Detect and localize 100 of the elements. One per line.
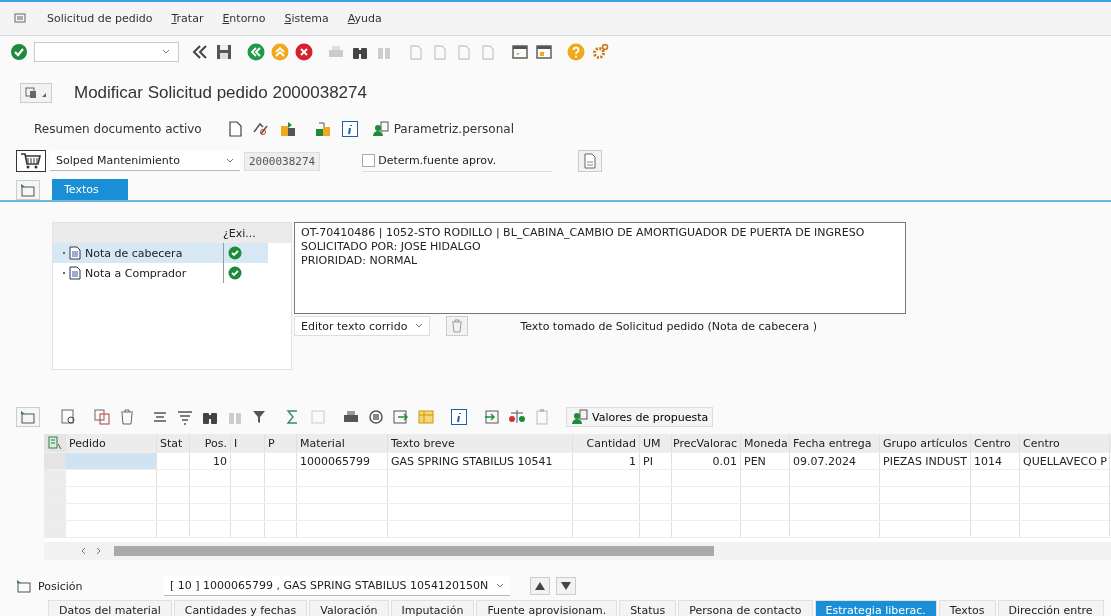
column-header: ¿Exi...: [222, 226, 256, 242]
screen-title: Modificar Solicitud pedido 2000038274: [74, 83, 367, 103]
layout-menu-button[interactable]: [20, 83, 52, 103]
column-header[interactable]: UM: [640, 434, 672, 452]
expand-icon[interactable]: [16, 579, 32, 593]
summary-button[interactable]: Resumen documento activo: [30, 120, 206, 138]
checkbox[interactable]: [362, 154, 376, 167]
document-icon[interactable]: [226, 120, 243, 138]
command-field[interactable]: [34, 42, 179, 62]
import-icon[interactable]: [483, 408, 501, 426]
enter-icon[interactable]: [10, 43, 28, 61]
new-window-icon[interactable]: [511, 43, 529, 61]
scroll-left-icon[interactable]: [80, 547, 88, 555]
clipboard-icon[interactable]: [533, 408, 551, 426]
table-cell: 09.07.2024: [790, 453, 880, 469]
column-header[interactable]: PrecValorac: [672, 434, 741, 452]
table-cell: 1: [573, 453, 640, 469]
column-header[interactable]: Stat: [157, 434, 190, 452]
menu-item[interactable]: Sistema: [284, 12, 329, 25]
cart-button[interactable]: [16, 150, 46, 172]
column-header[interactable]: Texto breve: [388, 434, 573, 452]
document-type-dropdown[interactable]: Solped Mantenimiento: [50, 151, 240, 171]
column-header[interactable]: Moneda: [741, 434, 790, 452]
scrollbar-thumb[interactable]: [114, 546, 714, 556]
down-triangle-icon: [560, 581, 573, 591]
trash-icon[interactable]: [118, 408, 136, 426]
document-icon: [69, 246, 81, 260]
column-header[interactable]: Material: [297, 434, 388, 452]
tab[interactable]: Dirección entre: [997, 600, 1104, 616]
delete-button[interactable]: [446, 316, 469, 336]
info-icon[interactable]: [340, 120, 359, 138]
caret-icon: [496, 582, 505, 589]
expand-button[interactable]: [16, 407, 40, 427]
tab[interactable]: Fuente aprovisionam.: [476, 600, 618, 616]
layout-icon: [24, 86, 48, 100]
exit-icon[interactable]: [271, 43, 289, 61]
next-item-button[interactable]: [556, 577, 577, 595]
column-header[interactable]: Pos.: [190, 434, 231, 452]
views-icon[interactable]: [367, 408, 385, 426]
layout-icon[interactable]: [417, 408, 435, 426]
save-icon[interactable]: [215, 43, 233, 61]
column-header[interactable]: Grupo artículos: [880, 434, 971, 452]
tree-item[interactable]: Nota de cabecera: [53, 243, 224, 263]
panel-icon: [20, 183, 36, 197]
tab[interactable]: Estrategia liberac.: [814, 600, 937, 616]
proposal-values-button[interactable]: Valores de propuesta: [566, 407, 714, 427]
caret-icon: [162, 49, 170, 55]
tab[interactable]: Valoración: [309, 600, 389, 616]
double-chevron-icon[interactable]: [191, 43, 209, 61]
scroll-right-icon[interactable]: [94, 547, 102, 555]
editor-mode-dropdown[interactable]: Editor texto corrido: [294, 316, 431, 336]
column-header[interactable]: P: [265, 434, 297, 452]
text-editor[interactable]: OT-70410486 | 1052-STO RODILLO | BL_CABINA_CAMBIO DE AMORTIGUADOR DE PUERTA DE INGRESO SOLICITADO POR: JOSE HIDALGO PRIORIDAD: NORMAL: [294, 222, 906, 314]
transfer-icon[interactable]: [313, 120, 332, 138]
tab[interactable]: Textos: [52, 179, 128, 200]
settings-icon[interactable]: [591, 43, 609, 61]
menu-item[interactable]: Entorno: [222, 12, 266, 25]
previous-item-button[interactable]: [530, 577, 551, 595]
column-header[interactable]: Pedido: [66, 434, 157, 452]
scale-icon[interactable]: [508, 408, 526, 426]
table-cell: 0.01: [672, 453, 741, 469]
menu-item[interactable]: Ayuda: [347, 12, 382, 25]
column-header[interactable]: I: [231, 434, 265, 452]
export-icon[interactable]: [392, 408, 410, 426]
sort-icon[interactable]: [176, 408, 194, 426]
column-header[interactable]: Centro: [971, 434, 1020, 452]
tab[interactable]: Persona de contacto: [678, 600, 813, 616]
cancel-icon[interactable]: [295, 43, 313, 61]
help-icon[interactable]: [567, 43, 585, 61]
panel-icon: [20, 410, 36, 424]
column-settings-icon[interactable]: [48, 436, 62, 450]
column-header[interactable]: Cantidad: [573, 434, 640, 452]
tab[interactable]: Cantidades y fechas: [173, 600, 308, 616]
column-header[interactable]: Fecha entrega: [790, 434, 880, 452]
copy-icon[interactable]: [93, 408, 111, 426]
menu-icon[interactable]: [14, 12, 28, 25]
table-cell: PIEZAS INDUST: [880, 453, 971, 469]
tab[interactable]: Datos del material: [48, 600, 172, 616]
tab[interactable]: Textos: [938, 600, 996, 616]
details-icon[interactable]: [60, 408, 78, 426]
tree-item[interactable]: Nota a Comprador: [53, 263, 224, 283]
menu-item[interactable]: Solicitud de pedido: [47, 12, 153, 25]
text-line: OT-70410486 | 1052-STO RODILLO | BL_CABINA_CAMBIO DE AMORTIGUADOR DE PUERTA DE INGRESO: [301, 226, 866, 240]
document-number-field[interactable]: 2000038274: [244, 151, 321, 171]
info-icon[interactable]: [450, 408, 468, 426]
item-dropdown[interactable]: [ 10 ] 1000065799 , GAS SPRING STABILUS 1054120150N: [164, 576, 511, 596]
table-cell[interactable]: [66, 453, 157, 469]
window-icon[interactable]: [535, 43, 553, 61]
tab[interactable]: Status: [619, 600, 677, 616]
document-button[interactable]: [578, 150, 603, 172]
expand-button[interactable]: [16, 180, 40, 200]
back-icon[interactable]: [247, 43, 265, 61]
menu-item[interactable]: Tratar: [171, 12, 204, 25]
tab[interactable]: Imputación: [390, 600, 475, 616]
personal-settings-button[interactable]: Parametriz.personal: [367, 118, 518, 140]
transfer-icon[interactable]: [278, 120, 297, 138]
checkbox-label: Determ.fuente aprov.: [378, 154, 497, 167]
column-header[interactable]: Centro: [1020, 434, 1110, 452]
caret-icon: [415, 323, 424, 329]
table-cell: 1000065799: [297, 453, 388, 469]
